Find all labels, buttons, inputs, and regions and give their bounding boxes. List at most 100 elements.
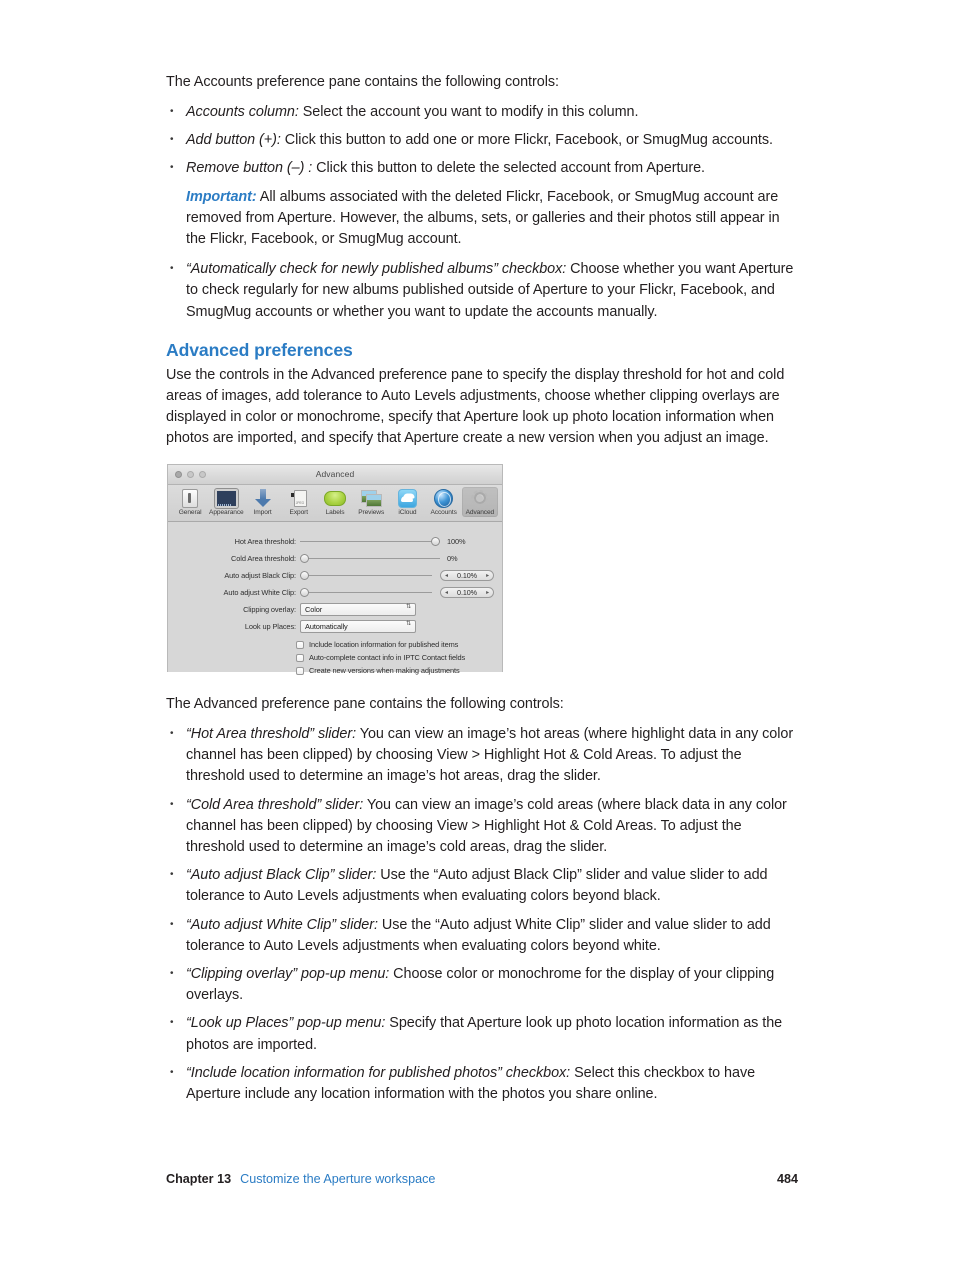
toolbar-item-label: Import <box>253 509 272 516</box>
footer-page-number: 484 <box>776 1172 798 1186</box>
advanced-bullet-list: “Hot Area threshold” slider: You can vie… <box>166 723 798 1105</box>
important-label: Important: <box>186 188 257 205</box>
bullet-term: “Automatically check for newly published… <box>186 261 567 278</box>
create-new-versions-checkbox-row[interactable]: Create new versions when making adjustme… <box>296 666 502 675</box>
checkbox-label: Auto-complete contact info in IPTC Conta… <box>309 653 466 662</box>
toolbar-item-accounts[interactable]: Accounts <box>426 487 462 517</box>
list-item: “Automatically check for newly published… <box>166 258 798 323</box>
cold-area-threshold-label: Cold Area threshold: <box>231 554 296 563</box>
toolbar-item-previews[interactable]: Previews <box>353 487 389 517</box>
cold-area-threshold-slider[interactable] <box>300 553 440 565</box>
stepper-value: 0.10% <box>457 571 477 580</box>
list-item: Accounts column: Select the account you … <box>166 101 798 123</box>
toolbar-item-advanced[interactable]: Advanced <box>461 487 498 517</box>
look-up-places-row: Look up Places: Automatically ⇅ <box>168 618 502 635</box>
window-titlebar: Advanced <box>168 465 502 485</box>
accounts-bullet-list-2: “Automatically check for newly published… <box>166 258 798 323</box>
list-item: Add button (+): Click this button to add… <box>166 129 798 151</box>
include-location-information-checkbox[interactable] <box>296 640 304 649</box>
checkbox-label: Include location information for publish… <box>309 640 459 649</box>
auto-adjust-white-clip-slider[interactable] <box>300 587 432 599</box>
auto-adjust-black-clip-stepper[interactable]: ◂ 0.10% ▸ <box>440 570 494 581</box>
clipping-overlay-value: Color <box>305 605 323 614</box>
advanced-lead-paragraph: The Advanced preference pane contains th… <box>166 696 564 712</box>
important-text: All albums associated with the deleted F… <box>186 188 780 248</box>
stepper-value: 0.10% <box>457 588 477 597</box>
hot-area-threshold-slider[interactable] <box>300 536 440 548</box>
previews-icon <box>353 488 389 508</box>
toolbar-item-label: iCloud <box>398 509 417 516</box>
toolbar-item-export[interactable]: Export <box>281 487 317 517</box>
advanced-icon <box>462 488 498 508</box>
toolbar-item-general[interactable]: General <box>172 487 208 517</box>
auto-adjust-white-clip-label: Auto adjust White Clip: <box>223 588 297 597</box>
auto-complete-contact-info-checkbox-row[interactable]: Auto-complete contact info in IPTC Conta… <box>296 653 502 662</box>
window-title: Advanced <box>315 469 355 479</box>
bullet-text: Click this button to delete the selected… <box>312 160 705 177</box>
bullet-term: “Hot Area threshold” slider: <box>186 726 357 742</box>
stepper-decrement-icon[interactable]: ◂ <box>445 589 448 596</box>
auto-adjust-black-clip-slider[interactable] <box>300 570 432 582</box>
slider-knob[interactable] <box>431 536 440 546</box>
toolbar-item-import[interactable]: Import <box>244 487 280 517</box>
stepper-increment-icon[interactable]: ▸ <box>486 589 489 596</box>
bullet-term: Remove button (–) : <box>186 160 313 177</box>
footer-chapter: Chapter 13 <box>166 1172 232 1186</box>
bullet-term: “Auto adjust Black Clip” slider: <box>186 867 377 884</box>
include-location-information-checkbox-row[interactable]: Include location information for publish… <box>296 640 502 649</box>
slider-knob[interactable] <box>300 553 309 563</box>
advanced-pane-body: Hot Area threshold: 100% Cold Area thres… <box>168 522 502 675</box>
accounts-bullet-list: Accounts column: Select the account you … <box>166 101 798 180</box>
hot-area-threshold-row: Hot Area threshold: 100% <box>168 533 502 550</box>
look-up-places-value: Automatically <box>305 622 348 631</box>
chevron-updown-icon: ⇅ <box>406 604 411 610</box>
page-content: The Accounts preference pane contains th… <box>166 72 798 458</box>
page-footer: Chapter 13 Customize the Aperture worksp… <box>166 1172 798 1186</box>
look-up-places-popup[interactable]: Automatically ⇅ <box>300 620 416 633</box>
stepper-decrement-icon[interactable]: ◂ <box>445 572 448 579</box>
auto-adjust-white-clip-stepper[interactable]: ◂ 0.10% ▸ <box>440 587 494 598</box>
bullet-term: “Auto adjust White Clip” slider: <box>186 916 378 933</box>
toolbar-item-label: Accounts <box>430 509 457 516</box>
clipping-overlay-label: Clipping overlay: <box>243 605 296 614</box>
preferences-toolbar: General Appearance Import Export Labels <box>168 485 502 522</box>
accounts-lead-paragraph: The Accounts preference pane contains th… <box>166 74 559 90</box>
clipping-overlay-row: Clipping overlay: Color ⇅ <box>168 601 502 618</box>
bullet-term: Accounts column: <box>186 104 299 120</box>
toolbar-item-label: Labels <box>325 509 345 516</box>
advanced-preference-pane-figure: Advanced General Appearance Import Expor… <box>167 464 503 675</box>
auto-adjust-black-clip-label: Auto adjust Black Clip: <box>224 571 296 580</box>
important-note: Important: All albums associated with th… <box>166 187 798 251</box>
slider-knob[interactable] <box>300 570 309 580</box>
list-item: “Clipping overlay” pop-up menu: Choose c… <box>166 963 798 1006</box>
cold-area-threshold-value: 0% <box>447 554 458 563</box>
checkbox-label: Create new versions when making adjustme… <box>309 666 460 675</box>
page-content-lower: The Advanced preference pane contains th… <box>166 694 798 1112</box>
bullet-term: “Look up Places” pop-up menu: <box>186 1015 386 1032</box>
list-item: “Cold Area threshold” slider: You can vi… <box>166 794 798 859</box>
list-item: “Include location information for publis… <box>166 1062 798 1105</box>
toolbar-item-label: Previews <box>358 509 385 516</box>
stepper-increment-icon[interactable]: ▸ <box>486 572 489 579</box>
toolbar-item-labels[interactable]: Labels <box>317 487 353 517</box>
list-item: Remove button (–) : Click this button to… <box>166 157 798 179</box>
labels-icon <box>317 488 353 508</box>
auto-complete-contact-info-checkbox[interactable] <box>296 653 304 662</box>
toolbar-item-label: Advanced <box>465 509 495 516</box>
list-item: “Auto adjust Black Clip” slider: Use the… <box>166 864 798 907</box>
clipping-overlay-popup[interactable]: Color ⇅ <box>300 603 416 616</box>
list-item: “Look up Places” pop-up menu: Specify th… <box>166 1012 798 1055</box>
list-item: “Hot Area threshold” slider: You can vie… <box>166 723 798 788</box>
create-new-versions-checkbox[interactable] <box>296 666 304 675</box>
toolbar-item-label: General <box>178 509 202 516</box>
toolbar-item-appearance[interactable]: Appearance <box>208 487 244 517</box>
export-icon <box>281 488 317 508</box>
bullet-term: “Include location information for publis… <box>186 1064 571 1081</box>
icloud-icon <box>389 488 425 508</box>
slider-knob[interactable] <box>300 587 309 597</box>
bullet-term: “Clipping overlay” pop-up menu: <box>186 966 390 983</box>
list-item: “Auto adjust White Clip” slider: Use the… <box>166 914 798 957</box>
cold-area-threshold-row: Cold Area threshold: 0% <box>168 550 502 567</box>
footer-chapter-title[interactable]: Customize the Aperture workspace <box>240 1172 435 1186</box>
toolbar-item-icloud[interactable]: iCloud <box>389 487 425 517</box>
